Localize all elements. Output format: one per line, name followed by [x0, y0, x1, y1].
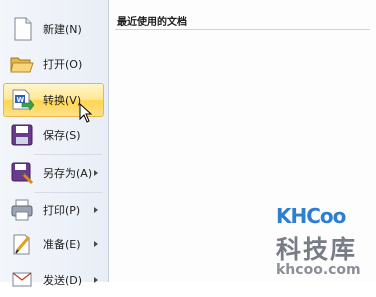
- menu-item-label: 打开(O): [43, 58, 83, 71]
- watermark-url: khcoo.com: [276, 262, 361, 278]
- watermark: KHCoo 科技库 khcoo.com: [256, 200, 376, 282]
- menu-item-label: 发送(D): [43, 274, 83, 287]
- menu-item-new[interactable]: 新建(N): [4, 12, 104, 46]
- menu-item-save-as[interactable]: 另存为(A): [4, 156, 104, 190]
- menu-item-send[interactable]: 发送(D): [4, 263, 104, 297]
- menu-item-open[interactable]: 打开(O): [4, 47, 104, 81]
- mouse-pointer-icon: [79, 103, 93, 123]
- submenu-arrow-icon: [94, 277, 98, 283]
- menu-item-prepare[interactable]: 准备(E): [4, 227, 104, 261]
- new-document-icon: [9, 16, 35, 42]
- menu-item-print[interactable]: 打印(P): [4, 193, 104, 227]
- watermark-logo: KHCoo: [276, 204, 346, 228]
- prepare-icon: [9, 231, 35, 257]
- watermark-name: 科技库: [276, 235, 358, 264]
- open-folder-icon: [9, 51, 35, 77]
- send-icon: [9, 267, 35, 293]
- menu-item-label: 另存为(A): [43, 167, 93, 180]
- recent-documents-title: 最近使用的文档: [117, 17, 187, 28]
- submenu-arrow-icon: [94, 170, 98, 176]
- menu-item-label: 新建(N): [43, 23, 82, 36]
- office-menu: 新建(N) 打开(O) W 转换(V) 保存(S) 另存为(A) 打印(P) 准…: [0, 0, 109, 287]
- submenu-arrow-icon: [94, 207, 98, 213]
- menu-item-label: 转换(V): [43, 94, 82, 107]
- menu-item-save[interactable]: 保存(S): [4, 118, 104, 152]
- menu-separator: [34, 154, 102, 155]
- menu-item-label: 保存(S): [43, 129, 81, 142]
- recent-divider: [115, 29, 370, 30]
- menu-item-label: 准备(E): [43, 238, 81, 251]
- menu-item-label: 打印(P): [43, 204, 81, 217]
- submenu-arrow-icon: [94, 241, 98, 247]
- convert-icon: W: [9, 87, 35, 113]
- printer-icon: [9, 197, 35, 223]
- save-as-icon: [9, 160, 35, 186]
- save-disk-icon: [9, 122, 35, 148]
